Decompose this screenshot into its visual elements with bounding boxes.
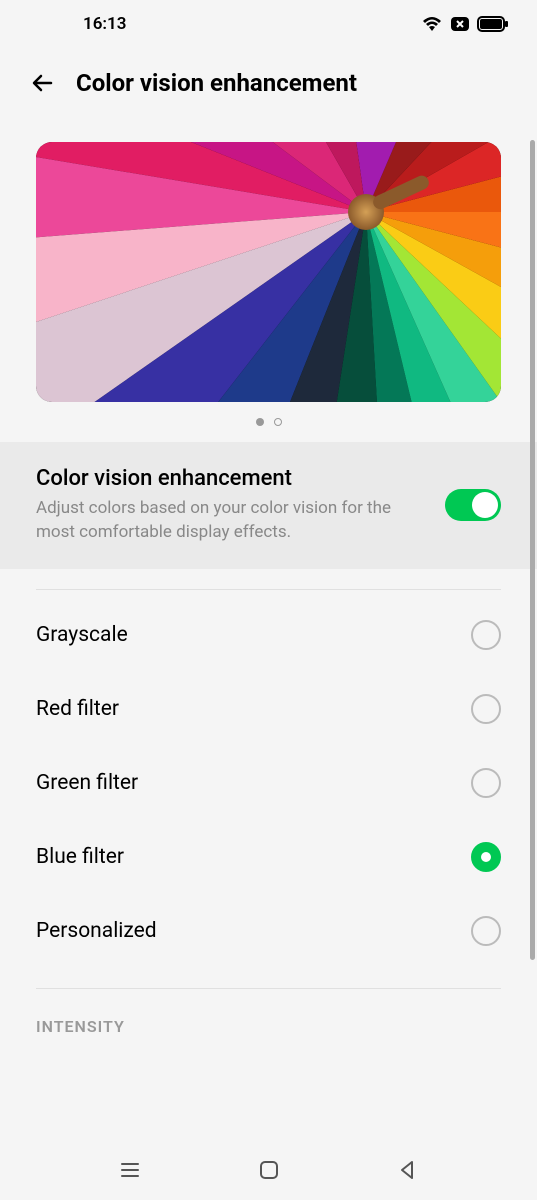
radio-button[interactable]	[471, 916, 501, 946]
status-time: 16:13	[83, 14, 126, 34]
carousel-dot-active[interactable]	[256, 418, 264, 426]
page-title: Color vision enhancement	[76, 69, 357, 97]
option-label: Blue filter	[36, 845, 124, 869]
back-button[interactable]	[28, 68, 58, 98]
status-icons	[421, 15, 509, 33]
filter-options-list: Grayscale Red filter Green filter Blue f…	[0, 590, 537, 968]
radio-button-selected[interactable]	[471, 842, 501, 872]
option-label: Grayscale	[36, 623, 128, 647]
option-red-filter[interactable]: Red filter	[36, 672, 501, 746]
navigation-bar	[0, 1140, 537, 1200]
option-personalized[interactable]: Personalized	[36, 894, 501, 968]
recents-button[interactable]	[116, 1156, 144, 1184]
preview-image[interactable]	[36, 142, 501, 402]
radio-button[interactable]	[471, 694, 501, 724]
radio-button[interactable]	[471, 620, 501, 650]
toggle-text: Color vision enhancement Adjust colors b…	[36, 466, 429, 545]
close-badge-icon	[449, 15, 471, 33]
option-label: Red filter	[36, 697, 119, 721]
option-label: Personalized	[36, 919, 157, 943]
carousel-dot[interactable]	[274, 418, 282, 426]
back-nav-button[interactable]	[394, 1156, 422, 1184]
battery-icon	[477, 15, 509, 33]
preview-container	[0, 122, 537, 442]
option-green-filter[interactable]: Green filter	[36, 746, 501, 820]
main-toggle-section: Color vision enhancement Adjust colors b…	[0, 442, 537, 569]
option-blue-filter[interactable]: Blue filter	[36, 820, 501, 894]
status-bar: 16:13	[0, 0, 537, 44]
option-label: Green filter	[36, 771, 138, 795]
wifi-icon	[421, 15, 443, 33]
carousel-dots	[36, 402, 501, 442]
toggle-description: Adjust colors based on your color vision…	[36, 497, 429, 545]
page-header: Color vision enhancement	[0, 44, 537, 122]
toggle-title: Color vision enhancement	[36, 466, 429, 491]
toggle-thumb	[472, 492, 498, 518]
option-grayscale[interactable]: Grayscale	[36, 598, 501, 672]
scrollbar[interactable]	[530, 140, 535, 960]
intensity-section-header: INTENSITY	[0, 989, 537, 1036]
radio-button[interactable]	[471, 768, 501, 798]
enable-toggle[interactable]	[445, 489, 501, 521]
home-button[interactable]	[255, 1156, 283, 1184]
